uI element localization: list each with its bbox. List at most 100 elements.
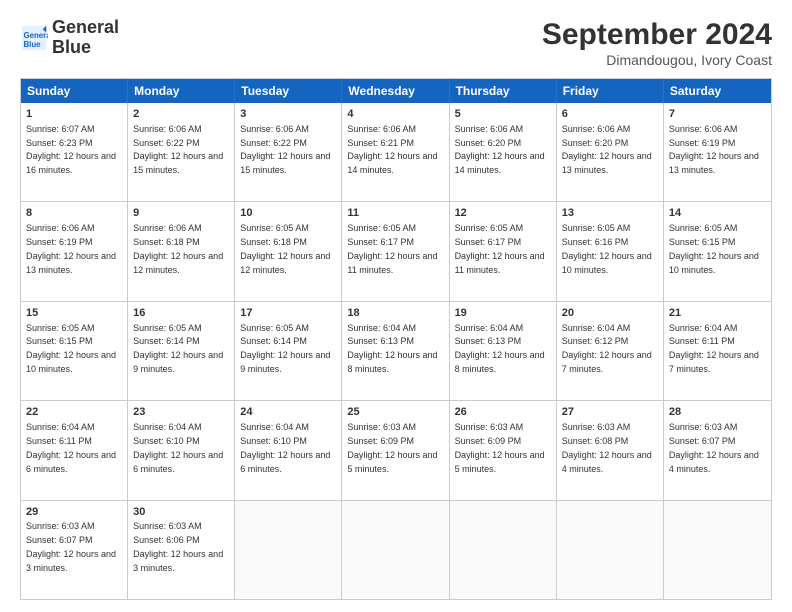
page: General Blue General Blue September 2024… — [0, 0, 792, 612]
day-number: 5 — [455, 107, 551, 122]
day-number: 24 — [240, 405, 336, 420]
calendar-cell: 13 Sunrise: 6:05 AMSunset: 6:16 PMDayligh… — [557, 202, 664, 300]
calendar-cell: 5 Sunrise: 6:06 AMSunset: 6:20 PMDaylight… — [450, 103, 557, 201]
calendar-cell: 12 Sunrise: 6:05 AMSunset: 6:17 PMDayligh… — [450, 202, 557, 300]
calendar-cell: 10 Sunrise: 6:05 AMSunset: 6:18 PMDayligh… — [235, 202, 342, 300]
day-info: Sunrise: 6:04 AMSunset: 6:11 PMDaylight:… — [669, 323, 759, 374]
calendar-cell: 30Sunrise: 6:03 AMSunset: 6:06 PMDayligh… — [128, 501, 235, 599]
day-number: 19 — [455, 306, 551, 321]
day-number: 26 — [455, 405, 551, 420]
calendar-cell: 16 Sunrise: 6:05 AMSunset: 6:14 PMDayligh… — [128, 302, 235, 400]
day-info: Sunrise: 6:04 AMSunset: 6:12 PMDaylight:… — [562, 323, 652, 374]
day-info: Sunrise: 6:03 AMSunset: 6:09 PMDaylight:… — [347, 422, 437, 473]
day-info: Sunrise: 6:05 AMSunset: 6:17 PMDaylight:… — [455, 223, 545, 274]
calendar: SundayMondayTuesdayWednesdayThursdayFrid… — [20, 78, 772, 600]
main-title: September 2024 — [542, 18, 772, 52]
day-number: 30 — [133, 505, 229, 520]
day-info: Sunrise: 6:05 AMSunset: 6:15 PMDaylight:… — [669, 223, 759, 274]
calendar-cell: 4Sunrise: 6:06 AMSunset: 6:21 PMDaylight… — [342, 103, 449, 201]
day-number: 16 — [133, 306, 229, 321]
day-number: 27 — [562, 405, 658, 420]
day-number: 22 — [26, 405, 122, 420]
subtitle: Dimandougou, Ivory Coast — [542, 52, 772, 68]
calendar-cell: 21 Sunrise: 6:04 AMSunset: 6:11 PMDayligh… — [664, 302, 771, 400]
day-number: 10 — [240, 206, 336, 221]
calendar-header-day: Thursday — [450, 79, 557, 103]
calendar-cell: 11Sunrise: 6:05 AMSunset: 6:17 PMDayligh… — [342, 202, 449, 300]
day-info: Sunrise: 6:06 AMSunset: 6:19 PMDaylight:… — [26, 223, 116, 274]
calendar-week: 22 Sunrise: 6:04 AMSunset: 6:11 PMDayligh… — [21, 401, 771, 500]
day-info: Sunrise: 6:05 AMSunset: 6:18 PMDaylight:… — [240, 223, 330, 274]
calendar-week: 8Sunrise: 6:06 AMSunset: 6:19 PMDaylight… — [21, 202, 771, 301]
calendar-week: 1 Sunrise: 6:07 AMSunset: 6:23 PMDaylight… — [21, 103, 771, 202]
day-info: Sunrise: 6:04 AMSunset: 6:10 PMDaylight:… — [240, 422, 330, 473]
day-info: Sunrise: 6:03 AMSunset: 6:07 PMDaylight:… — [26, 521, 116, 572]
calendar-cell: 24 Sunrise: 6:04 AMSunset: 6:10 PMDayligh… — [235, 401, 342, 499]
day-info: Sunrise: 6:05 AMSunset: 6:15 PMDaylight:… — [26, 323, 116, 374]
day-info: Sunrise: 6:06 AMSunset: 6:20 PMDaylight:… — [455, 124, 545, 175]
day-number: 12 — [455, 206, 551, 221]
svg-text:General: General — [24, 31, 49, 40]
day-info: Sunrise: 6:06 AMSunset: 6:22 PMDaylight:… — [133, 124, 223, 175]
calendar-cell: 9 Sunrise: 6:06 AMSunset: 6:18 PMDaylight… — [128, 202, 235, 300]
day-info: Sunrise: 6:07 AMSunset: 6:23 PMDaylight:… — [26, 124, 116, 175]
calendar-cell: 26 Sunrise: 6:03 AMSunset: 6:09 PMDayligh… — [450, 401, 557, 499]
day-info: Sunrise: 6:04 AMSunset: 6:10 PMDaylight:… — [133, 422, 223, 473]
calendar-cell: 14 Sunrise: 6:05 AMSunset: 6:15 PMDayligh… — [664, 202, 771, 300]
calendar-cell: 19 Sunrise: 6:04 AMSunset: 6:13 PMDayligh… — [450, 302, 557, 400]
day-number: 9 — [133, 206, 229, 221]
calendar-cell: 18Sunrise: 6:04 AMSunset: 6:13 PMDayligh… — [342, 302, 449, 400]
day-info: Sunrise: 6:04 AMSunset: 6:13 PMDaylight:… — [455, 323, 545, 374]
day-number: 13 — [562, 206, 658, 221]
day-info: Sunrise: 6:04 AMSunset: 6:11 PMDaylight:… — [26, 422, 116, 473]
logo-icon: General Blue — [20, 24, 48, 52]
logo: General Blue General Blue — [20, 18, 119, 58]
calendar-cell: 28 Sunrise: 6:03 AMSunset: 6:07 PMDayligh… — [664, 401, 771, 499]
logo-general: General — [52, 18, 119, 38]
calendar-cell: 29Sunrise: 6:03 AMSunset: 6:07 PMDayligh… — [21, 501, 128, 599]
day-number: 18 — [347, 306, 443, 321]
day-info: Sunrise: 6:06 AMSunset: 6:18 PMDaylight:… — [133, 223, 223, 274]
calendar-cell: 8Sunrise: 6:06 AMSunset: 6:19 PMDaylight… — [21, 202, 128, 300]
day-info: Sunrise: 6:03 AMSunset: 6:08 PMDaylight:… — [562, 422, 652, 473]
calendar-header: SundayMondayTuesdayWednesdayThursdayFrid… — [21, 79, 771, 103]
day-number: 14 — [669, 206, 766, 221]
calendar-header-day: Saturday — [664, 79, 771, 103]
calendar-body: 1 Sunrise: 6:07 AMSunset: 6:23 PMDaylight… — [21, 103, 771, 599]
calendar-cell — [342, 501, 449, 599]
day-info: Sunrise: 6:05 AMSunset: 6:17 PMDaylight:… — [347, 223, 437, 274]
day-info: Sunrise: 6:06 AMSunset: 6:19 PMDaylight:… — [669, 124, 759, 175]
calendar-header-day: Monday — [128, 79, 235, 103]
calendar-cell — [557, 501, 664, 599]
day-number: 21 — [669, 306, 766, 321]
day-info: Sunrise: 6:05 AMSunset: 6:16 PMDaylight:… — [562, 223, 652, 274]
calendar-cell: 6Sunrise: 6:06 AMSunset: 6:20 PMDaylight… — [557, 103, 664, 201]
day-number: 25 — [347, 405, 443, 420]
calendar-cell — [664, 501, 771, 599]
day-number: 2 — [133, 107, 229, 122]
logo-blue: Blue — [52, 38, 119, 58]
day-info: Sunrise: 6:06 AMSunset: 6:20 PMDaylight:… — [562, 124, 652, 175]
calendar-cell — [450, 501, 557, 599]
calendar-cell: 3Sunrise: 6:06 AMSunset: 6:22 PMDaylight… — [235, 103, 342, 201]
calendar-cell: 15 Sunrise: 6:05 AMSunset: 6:15 PMDayligh… — [21, 302, 128, 400]
day-number: 3 — [240, 107, 336, 122]
calendar-cell: 27 Sunrise: 6:03 AMSunset: 6:08 PMDayligh… — [557, 401, 664, 499]
day-number: 28 — [669, 405, 766, 420]
day-number: 15 — [26, 306, 122, 321]
calendar-week: 29Sunrise: 6:03 AMSunset: 6:07 PMDayligh… — [21, 501, 771, 599]
calendar-header-day: Friday — [557, 79, 664, 103]
calendar-cell — [235, 501, 342, 599]
day-info: Sunrise: 6:03 AMSunset: 6:09 PMDaylight:… — [455, 422, 545, 473]
calendar-cell: 20Sunrise: 6:04 AMSunset: 6:12 PMDayligh… — [557, 302, 664, 400]
header: General Blue General Blue September 2024… — [20, 18, 772, 68]
day-number: 29 — [26, 505, 122, 520]
calendar-cell: 2 Sunrise: 6:06 AMSunset: 6:22 PMDaylight… — [128, 103, 235, 201]
svg-text:Blue: Blue — [24, 40, 42, 49]
calendar-header-day: Sunday — [21, 79, 128, 103]
day-info: Sunrise: 6:03 AMSunset: 6:06 PMDaylight:… — [133, 521, 223, 572]
calendar-cell: 7Sunrise: 6:06 AMSunset: 6:19 PMDaylight… — [664, 103, 771, 201]
day-info: Sunrise: 6:05 AMSunset: 6:14 PMDaylight:… — [133, 323, 223, 374]
day-number: 1 — [26, 107, 122, 122]
day-info: Sunrise: 6:03 AMSunset: 6:07 PMDaylight:… — [669, 422, 759, 473]
